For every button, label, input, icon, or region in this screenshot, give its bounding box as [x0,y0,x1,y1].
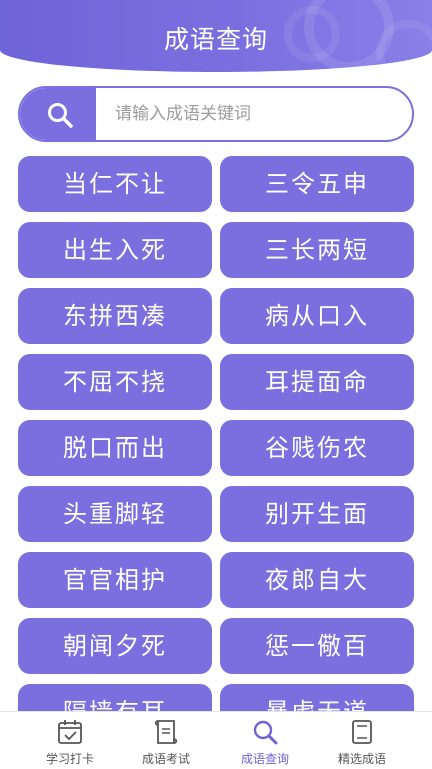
idiom-button[interactable]: 不屈不挠 [18,354,212,410]
idiom-button[interactable]: 谷贱伤农 [220,420,414,476]
exam-scroll-icon [154,720,178,744]
search-button[interactable] [20,88,96,140]
idiom-button[interactable]: 头重脚轻 [18,486,212,542]
idiom-button[interactable]: 脱口而出 [18,420,212,476]
idiom-button[interactable]: 别开生面 [220,486,414,542]
idiom-button[interactable]: 惩一儆百 [220,618,414,674]
tab-idiom-search[interactable]: 成语查询 [211,712,319,769]
tab-study-checkin[interactable]: 学习打卡 [16,712,124,769]
tab-label: 成语查询 [240,752,289,766]
idiom-button[interactable]: 耳提面命 [220,354,414,410]
idiom-button[interactable]: 官官相护 [18,552,212,608]
tab-idiom-exam[interactable]: 成语考试 [112,712,220,769]
tab-label: 成语考试 [141,752,190,766]
idiom-button[interactable]: 东拼西凑 [18,288,212,344]
idiom-button[interactable]: 暴虎无道 [220,684,414,711]
idiom-grid: 当仁不让 三令五申 出生入死 三长两短 东拼西凑 病从口入 不屈不挠 耳提面命 脱口而出 谷贱伤农… [18,156,414,711]
idiom-button[interactable]: 夜郎自大 [220,552,414,608]
idiom-button[interactable]: 出生入死 [18,222,212,278]
bottom-tab-bar: 学习打卡 成语考试 成语查询 精选成语 [0,711,432,769]
tab-label: 精选成语 [337,752,386,766]
idiom-button[interactable]: 病从口入 [220,288,414,344]
search-bar: 请输入成语关键词 [18,86,414,142]
tab-label: 学习打卡 [45,752,94,766]
idiom-button[interactable]: 三令五申 [220,156,414,212]
tab-selected-idioms[interactable]: 精选成语 [308,712,416,769]
search-input[interactable]: 请输入成语关键词 [115,88,251,140]
search-icon [253,720,278,745]
page-title: 成语查询 [163,25,268,54]
book-icon [352,720,372,744]
calendar-check-icon [58,720,82,744]
search-icon [48,103,73,128]
header-bar: 成语查询 [0,0,432,72]
idiom-button[interactable]: 三长两短 [220,222,414,278]
idiom-button[interactable]: 当仁不让 [18,156,212,212]
idiom-button[interactable]: 朝闻夕死 [18,618,212,674]
idiom-button[interactable]: 隔墙有耳 [18,684,212,711]
